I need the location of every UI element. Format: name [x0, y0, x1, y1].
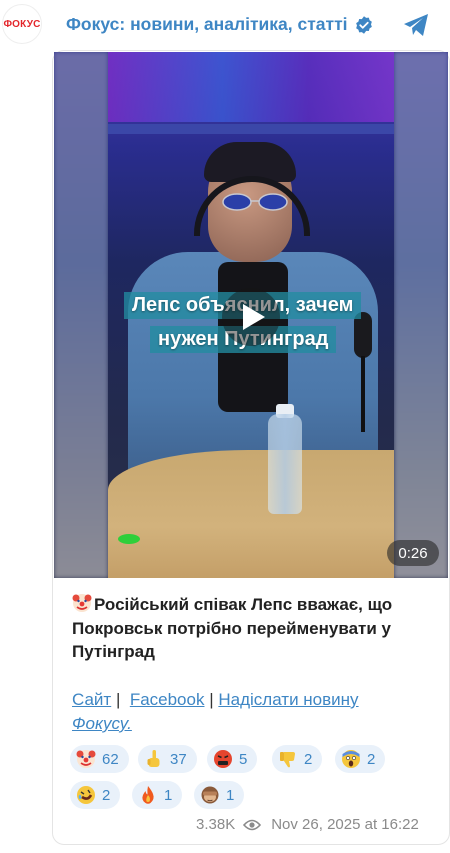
eye-icon	[243, 819, 262, 830]
reaction-count: 2	[102, 786, 111, 804]
post-text-body: Російський співак Лепс вважає, що Покров…	[72, 595, 393, 661]
sunglasses	[222, 193, 288, 211]
avatar-logo-text: ФОКУС	[3, 18, 41, 30]
reaction-clown[interactable]: 62	[70, 745, 129, 773]
video-blur-right	[394, 52, 448, 578]
post-footer: 3.38K Nov 26, 2025 at 16:22	[196, 816, 419, 833]
reaction-count: 37	[170, 750, 187, 768]
fokus-link[interactable]: Фокусу.	[72, 714, 132, 733]
play-icon	[242, 304, 265, 330]
reaction-cursing[interactable]: 5	[207, 745, 258, 773]
rofl-emoji	[77, 786, 95, 804]
see-no-evil-monkey-emoji	[201, 786, 219, 804]
channel-header: ФОКУС Фокус: новини, аналітика, статті	[0, 0, 450, 52]
clown-face-emoji	[72, 594, 92, 612]
link-separator: |	[204, 690, 219, 709]
reaction-count: 1	[164, 786, 173, 804]
middle-finger-emoji	[147, 750, 160, 767]
reaction-count: 2	[367, 750, 376, 768]
channel-avatar[interactable]: ФОКУС	[2, 4, 42, 44]
post-text: Російський співак Лепс вважає, що Покров…	[72, 593, 432, 664]
microphone	[354, 312, 372, 432]
link-separator: |	[111, 690, 130, 709]
studio-backdrop	[108, 52, 394, 122]
cursing-face-emoji	[214, 750, 232, 768]
green-marker	[118, 534, 140, 544]
site-link[interactable]: Сайт	[72, 690, 111, 709]
telegram-icon[interactable]	[402, 12, 430, 38]
video-blur-left	[54, 52, 108, 578]
view-count: 3.38K	[196, 816, 236, 833]
facebook-link[interactable]: Facebook	[130, 690, 205, 709]
reaction-middle-finger[interactable]: 37	[138, 745, 197, 773]
channel-title[interactable]: Фокус: новини, аналітика, статті	[66, 14, 348, 35]
post-date: Nov 26, 2025 at 16:22	[271, 816, 419, 833]
reaction-rofl[interactable]: 2	[70, 781, 121, 809]
video-duration: 0:26	[387, 540, 439, 566]
play-button[interactable]	[222, 288, 280, 346]
reaction-count: 5	[239, 750, 248, 768]
reaction-count: 1	[226, 786, 235, 804]
verified-badge-icon	[355, 15, 372, 34]
studio-ledge	[108, 124, 394, 134]
thumbs-down-emoji	[280, 752, 295, 768]
video-player[interactable]: Лепс объяснил, зачем нужен Путинград 0:2…	[54, 52, 448, 578]
post-links: Сайт | Facebook | Надіслати новину Фокус…	[72, 688, 442, 736]
fire-emoji	[142, 786, 154, 804]
reaction-count: 2	[304, 750, 313, 768]
channel-title-wrap[interactable]: Фокус: новини, аналітика, статті	[66, 14, 374, 35]
clown-face-emoji	[76, 750, 96, 768]
screaming-face-emoji	[342, 750, 360, 768]
reaction-count: 62	[102, 750, 119, 768]
send-news-link[interactable]: Надіслати новину	[218, 690, 358, 709]
reaction-thumbs-down[interactable]: 2	[272, 745, 323, 773]
reaction-fire[interactable]: 1	[132, 781, 183, 809]
reaction-monkey[interactable]: 1	[194, 781, 245, 809]
reaction-screaming[interactable]: 2	[335, 745, 386, 773]
table	[108, 450, 394, 578]
water-bottle	[268, 414, 302, 514]
